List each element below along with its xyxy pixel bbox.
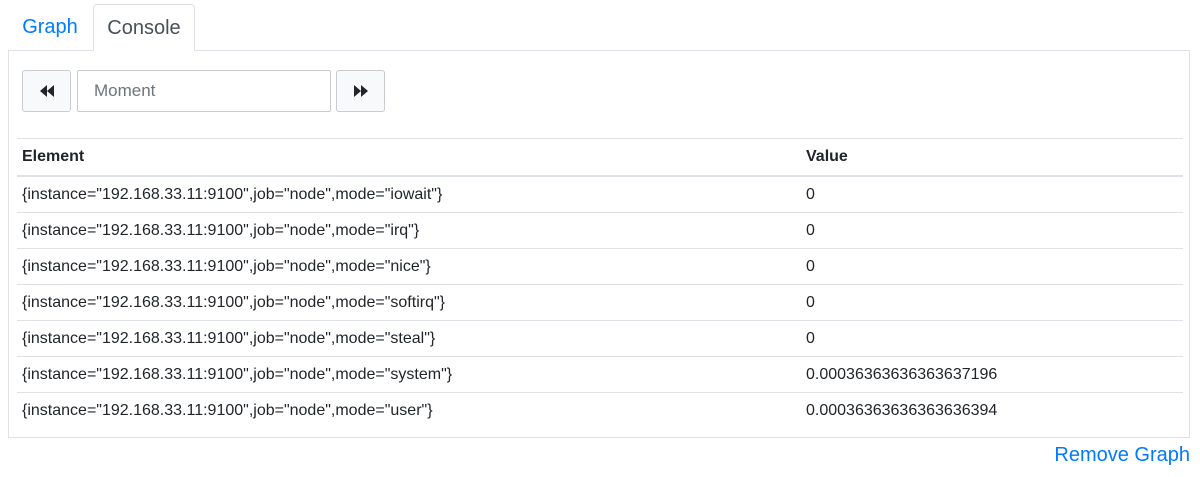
element-cell: {instance="192.168.33.11:9100",job="node… [17, 392, 801, 428]
console-panel: Element Value {instance="192.168.33.11:9… [8, 50, 1190, 438]
moment-forward-button[interactable] [336, 70, 385, 112]
table-row: {instance="192.168.33.11:9100",job="node… [17, 175, 1183, 213]
tab-console[interactable]: Console [93, 4, 195, 51]
value-cell: 0 [801, 248, 1183, 285]
table-header-row: Element Value [17, 138, 1183, 177]
element-cell: {instance="192.168.33.11:9100",job="node… [17, 248, 801, 285]
fast-backward-icon [39, 85, 54, 97]
element-cell: {instance="192.168.33.11:9100",job="node… [17, 212, 801, 249]
tab-graph[interactable]: Graph [8, 4, 92, 50]
table-row: {instance="192.168.33.11:9100",job="node… [17, 320, 1183, 357]
table-row: {instance="192.168.33.11:9100",job="node… [17, 248, 1183, 285]
element-cell: {instance="192.168.33.11:9100",job="node… [17, 284, 801, 321]
remove-graph-link[interactable]: Remove Graph [1054, 443, 1190, 467]
moment-input[interactable] [77, 70, 331, 112]
value-cell: 0 [801, 284, 1183, 321]
value-cell: 0 [801, 175, 1183, 213]
table-row: {instance="192.168.33.11:9100",job="node… [17, 212, 1183, 249]
value-cell: 0.00036363636363637196 [801, 356, 1183, 393]
value-cell: 0 [801, 320, 1183, 357]
table-row: {instance="192.168.33.11:9100",job="node… [17, 392, 1183, 428]
value-cell: 0 [801, 212, 1183, 249]
value-cell: 0.00036363636363636394 [801, 392, 1183, 428]
table-row: {instance="192.168.33.11:9100",job="node… [17, 356, 1183, 393]
table-row: {instance="192.168.33.11:9100",job="node… [17, 284, 1183, 321]
tab-bar: Graph Console [8, 4, 1190, 51]
header-value: Value [801, 138, 1183, 177]
fast-forward-icon [353, 85, 368, 97]
moment-back-button[interactable] [22, 70, 71, 112]
element-cell: {instance="192.168.33.11:9100",job="node… [17, 175, 801, 213]
element-cell: {instance="192.168.33.11:9100",job="node… [17, 356, 801, 393]
results-table: Element Value {instance="192.168.33.11:9… [17, 138, 1183, 428]
element-cell: {instance="192.168.33.11:9100",job="node… [17, 320, 801, 357]
header-element: Element [17, 138, 801, 177]
